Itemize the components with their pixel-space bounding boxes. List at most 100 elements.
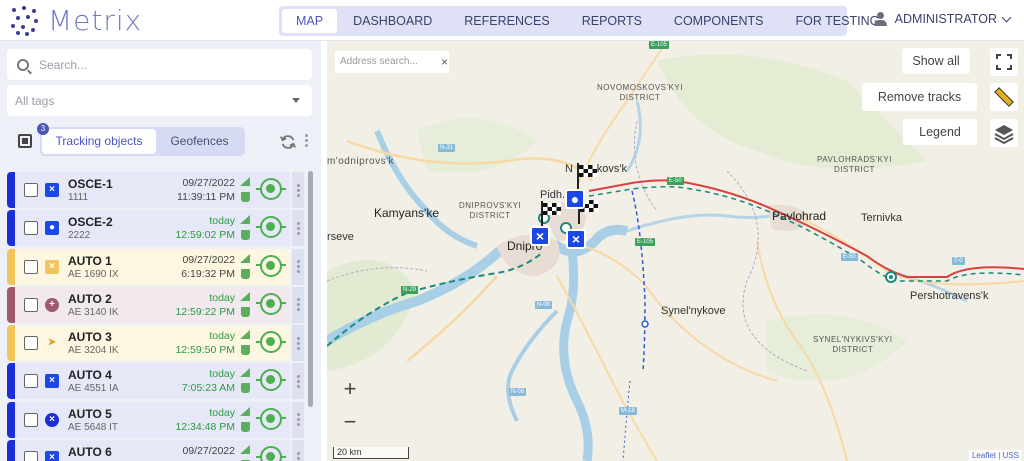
close-icon[interactable]: ×: [441, 51, 448, 73]
object-name: AUTO 6: [68, 445, 112, 460]
zoom-control: + −: [335, 374, 365, 444]
object-name: AUTO 3: [68, 330, 112, 345]
layers-icon[interactable]: [990, 119, 1018, 147]
object-name: AUTO 4: [68, 368, 112, 383]
tracking-object-row[interactable]: × AUTO 4 AE 4551 IA today 7:05:23 AM: [7, 362, 307, 400]
district-label: PAVLOHRADS'KYI DISTRICT: [817, 155, 892, 174]
tab-geofences[interactable]: Geofences: [156, 129, 243, 154]
address-search[interactable]: Address search... ×: [335, 51, 449, 73]
selected-count-badge: 3: [37, 123, 49, 135]
row-options-icon[interactable]: [292, 401, 304, 438]
user-name: ADMINISTRATOR: [894, 12, 997, 26]
object-type-icon: ●: [45, 221, 59, 236]
list-options-icon[interactable]: [305, 134, 309, 150]
search-icon: [17, 58, 29, 71]
tracking-object-row[interactable]: + AUTO 2 AE 3140 IK today 12:59:22 PM: [7, 286, 307, 324]
object-type-icon: ×: [45, 412, 59, 427]
row-options-icon[interactable]: [292, 440, 304, 461]
object-name: AUTO 5: [68, 406, 112, 421]
object-plate: AE 1690 IX: [68, 268, 119, 280]
object-checkbox[interactable]: [24, 451, 38, 461]
locate-target-icon[interactable]: [256, 178, 286, 200]
vehicle-marker-osce-2[interactable]: ●: [565, 189, 585, 209]
row-options-icon[interactable]: [292, 248, 304, 285]
object-type-icon: +: [45, 297, 59, 312]
object-checkbox[interactable]: [24, 221, 38, 236]
place-label: Kamyans'ke: [374, 206, 439, 220]
object-checkbox[interactable]: [24, 183, 38, 197]
signal-icon: [240, 368, 250, 378]
road-badge: N-08: [509, 388, 527, 396]
tab-tracking-objects[interactable]: Tracking objects: [42, 129, 156, 154]
object-date: today: [209, 330, 235, 343]
object-checkbox[interactable]: [24, 374, 38, 389]
object-name: OSCE-1: [68, 177, 113, 191]
remove-tracks-button[interactable]: Remove tracks: [862, 83, 977, 111]
object-time: 7:05:23 AM: [181, 382, 235, 395]
zoom-in-button[interactable]: +: [335, 374, 365, 407]
tags-select[interactable]: All tags: [7, 85, 312, 116]
locate-target-icon[interactable]: [256, 407, 286, 430]
user-menu[interactable]: ADMINISTRATOR: [873, 12, 1012, 26]
row-options-icon[interactable]: [292, 210, 304, 247]
ruler-icon[interactable]: [990, 83, 1018, 111]
object-checkbox[interactable]: [24, 336, 38, 351]
district-label: m'odniprovs'k: [327, 156, 395, 167]
tracking-object-row[interactable]: × AUTO 1 AE 1690 IX 09/27/2022 6:19:32 P…: [7, 248, 307, 286]
nav-map[interactable]: MAP: [282, 9, 338, 33]
sidebar: All tags Tracking objects Geofences 3 × …: [0, 41, 321, 461]
object-time: 12:34:48 PM: [175, 420, 235, 433]
leaflet-link[interactable]: Leaflet: [972, 451, 996, 460]
legend-button[interactable]: Legend: [903, 119, 977, 145]
nav-components[interactable]: COMPONENTS: [658, 9, 780, 33]
object-type-icon: ×: [45, 183, 59, 197]
road-badge: M-18: [619, 407, 637, 415]
nav-references[interactable]: REFERENCES: [448, 9, 565, 33]
road-badge: N-08: [535, 301, 553, 309]
nav-dashboard[interactable]: DASHBOARD: [337, 9, 448, 33]
object-checkbox[interactable]: [24, 297, 38, 312]
logo-text: Metrix: [48, 3, 143, 37]
map[interactable]: Kamyans'ke Dnipro Pavlohrad Ternivka Syn…: [327, 41, 1024, 461]
road-badge: E-105: [649, 41, 670, 49]
power-icon: [241, 345, 250, 356]
tracking-object-row[interactable]: × AUTO 5 AE 5648 IT today 12:34:48 PM: [7, 401, 307, 439]
row-options-icon[interactable]: [292, 286, 304, 323]
vehicle-marker-auto-4[interactable]: ×: [566, 229, 586, 249]
tracking-object-row[interactable]: × OSCE-1 1111 09/27/2022 11:39:11 PM: [7, 171, 307, 209]
tracking-object-row[interactable]: ● OSCE-2 2222 today 12:59:02 PM: [7, 209, 307, 247]
zoom-out-button[interactable]: −: [335, 407, 365, 440]
row-options-icon[interactable]: [292, 363, 304, 400]
vehicle-marker-osce-1[interactable]: ×: [530, 226, 550, 246]
list-scrollbar[interactable]: [308, 171, 313, 407]
place-label: Pershotravens'k: [910, 290, 989, 302]
select-all-checkbox[interactable]: [18, 134, 32, 148]
object-checkbox[interactable]: [24, 412, 38, 427]
row-options-icon[interactable]: [292, 172, 304, 208]
tracking-object-list: × OSCE-1 1111 09/27/2022 11:39:11 PM ● O…: [7, 171, 307, 461]
object-date: 09/27/2022: [182, 445, 235, 458]
object-date: 09/27/2022: [182, 177, 235, 189]
locate-target-icon[interactable]: [256, 292, 286, 315]
object-checkbox[interactable]: [24, 259, 38, 274]
row-options-icon[interactable]: [292, 325, 304, 362]
power-icon: [241, 192, 250, 202]
locate-target-icon[interactable]: [256, 446, 286, 461]
logo[interactable]: Metrix: [10, 3, 143, 37]
locate-target-icon[interactable]: [256, 254, 286, 277]
tracking-object-row[interactable]: ➤ AUTO 3 AE 3204 IK today 12:59:50 PM: [7, 324, 307, 362]
finish-flag-icon[interactable]: [539, 201, 563, 227]
refresh-icon[interactable]: [279, 133, 297, 151]
district-label: NOVOMOSKOVS'KYI DISTRICT: [597, 83, 683, 102]
road-badge: T-0: [952, 257, 965, 265]
district-label: SYNEL'NYKIVS'KYI DISTRICT: [813, 335, 893, 354]
finish-flag-icon[interactable]: [575, 163, 599, 189]
object-color-bar: [7, 172, 15, 208]
tracking-object-row[interactable]: × AUTO 6 09/27/2022: [7, 439, 307, 461]
object-date: today: [209, 291, 235, 304]
power-icon: [241, 421, 250, 432]
fullscreen-icon[interactable]: [990, 48, 1018, 76]
search-input[interactable]: [39, 57, 289, 72]
nav-reports[interactable]: REPORTS: [566, 9, 658, 33]
show-all-button[interactable]: Show all: [902, 48, 970, 74]
